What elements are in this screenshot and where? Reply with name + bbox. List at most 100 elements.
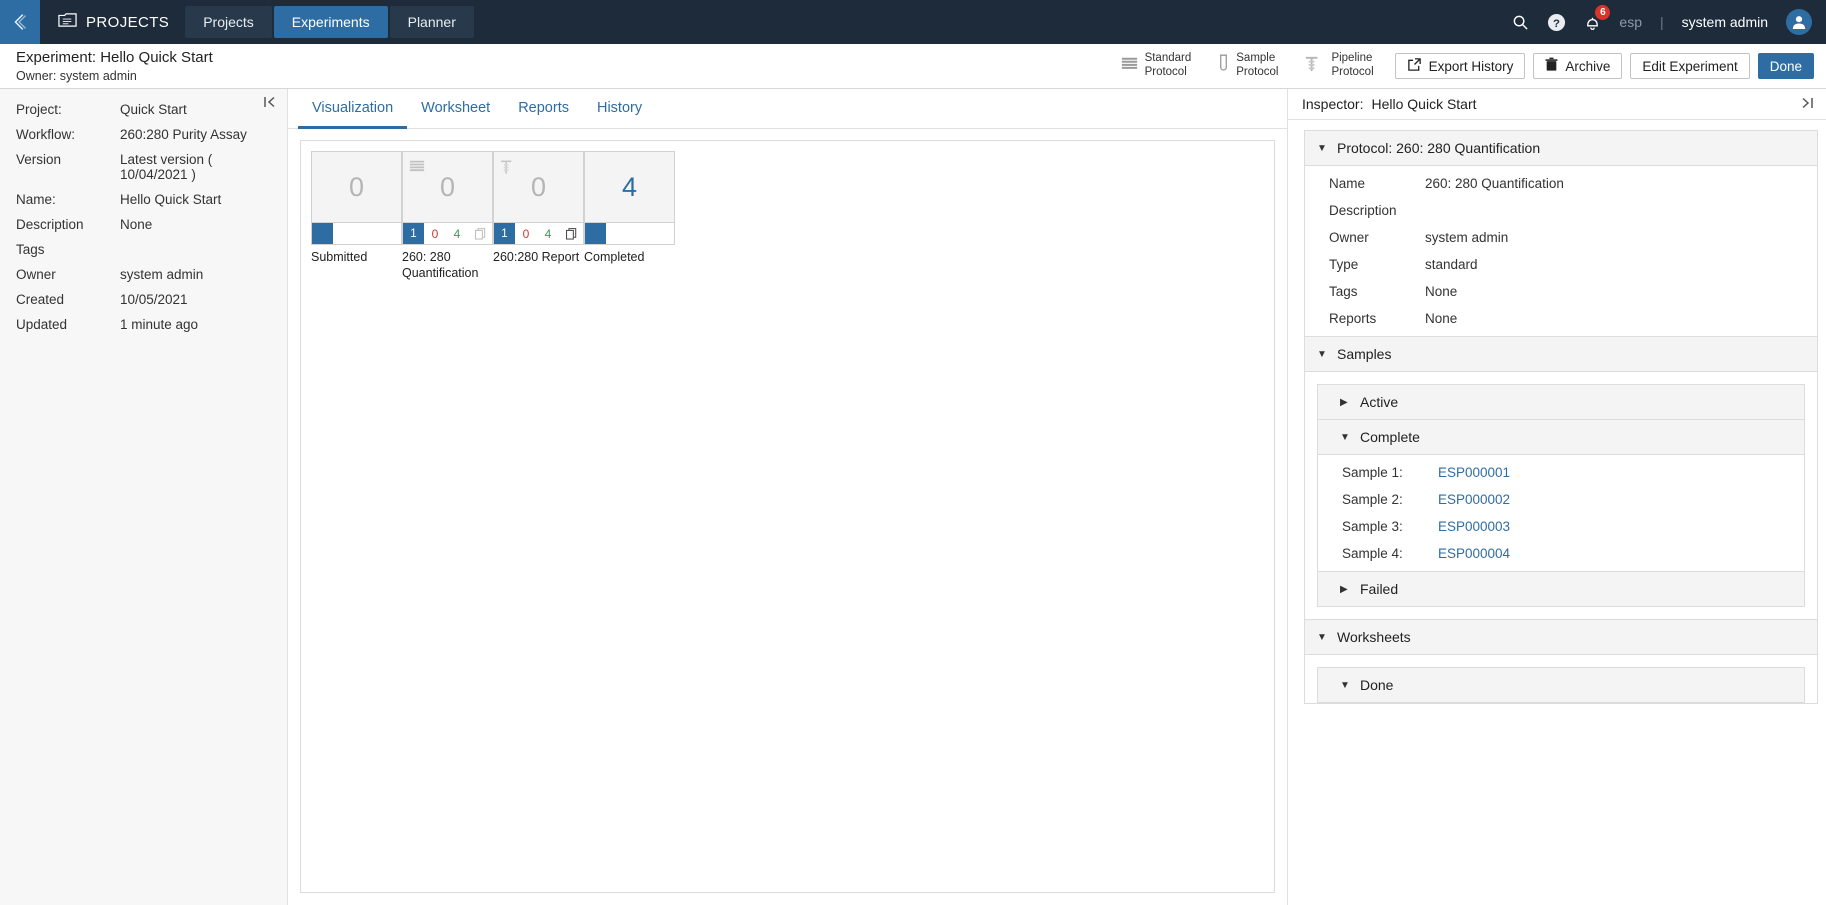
subheader-actions: Standard Protocol Sample Protocol Pipeli… <box>1107 52 1814 79</box>
row-value: None <box>1425 284 1458 299</box>
property-row-name: Name: Hello Quick Start <box>0 187 287 212</box>
workflow-complete-count[interactable]: 4 <box>537 227 559 241</box>
projects-folder-icon <box>58 12 77 32</box>
collapse-left-icon[interactable] <box>263 95 277 112</box>
workflow-diagram: 0 Submitted 0 1 0 4 260: 280 Quantificat… <box>311 151 1264 281</box>
copy-icon[interactable] <box>559 227 583 240</box>
workflow-node-box: 0 <box>311 151 402 223</box>
done-label: Done <box>1769 58 1802 74</box>
property-row-workflow: Workflow: 260:280 Purity Assay <box>0 122 287 147</box>
inspector-section-worksheets: ▼ Worksheets ▼ Done <box>1304 620 1818 704</box>
protocol-row-reports: Reports None <box>1305 305 1817 332</box>
property-row-project: Project: Quick Start <box>0 97 287 122</box>
workflow-node-label: Completed <box>584 250 645 264</box>
experiment-owner: Owner: system admin <box>16 68 137 83</box>
row-value: system admin <box>1425 230 1509 245</box>
collapse-right-icon[interactable] <box>1800 96 1814 113</box>
inspector-section-protocol: ▼ Protocol: 260: 280 Quantification Name… <box>1304 130 1818 337</box>
help-icon[interactable]: ? <box>1547 13 1566 32</box>
user-avatar-icon[interactable] <box>1786 9 1812 35</box>
inspector-header: Inspector: Hello Quick Start <box>1288 89 1826 120</box>
inspector-title: Hello Quick Start <box>1371 96 1477 112</box>
sample-link[interactable]: ESP000002 <box>1438 492 1510 507</box>
tab-reports[interactable]: Reports <box>504 89 583 129</box>
row-key: Reports <box>1329 311 1377 326</box>
sample-link[interactable]: ESP000003 <box>1438 519 1510 534</box>
row-key: Description <box>1329 203 1397 218</box>
copy-icon[interactable] <box>468 227 492 240</box>
workflow-node-completed[interactable]: 4 Completed <box>584 151 675 266</box>
inspector-body[interactable]: ▼ Protocol: 260: 280 Quantification Name… <box>1288 120 1826 905</box>
done-button[interactable]: Done <box>1757 53 1814 79</box>
samples-section-header[interactable]: ▼ Samples <box>1305 337 1817 372</box>
row-key: Type <box>1329 257 1359 272</box>
chevron-right-icon: ▶ <box>1340 396 1348 408</box>
protocol-rows: Name 260: 280 Quantification Description… <box>1305 166 1817 336</box>
samples-active-title: Active <box>1360 394 1399 410</box>
property-key: Description <box>16 217 84 232</box>
sample-row: Sample 3: ESP000003 <box>1318 513 1804 540</box>
samples-complete-title: Complete <box>1360 429 1420 445</box>
user-name-label[interactable]: system admin <box>1682 14 1768 30</box>
tab-visualization[interactable]: Visualization <box>298 89 408 129</box>
tab-history[interactable]: History <box>583 89 656 129</box>
protocol-section-title: Protocol: 260: 280 Quantification <box>1337 140 1541 156</box>
standard-protocol-line1: Standard <box>1144 52 1192 65</box>
samples-complete-header[interactable]: ▼ Complete <box>1318 420 1804 455</box>
bell-icon[interactable]: 6 <box>1584 5 1611 31</box>
sample-link[interactable]: ESP000004 <box>1438 546 1510 561</box>
sample-protocol-line2: Protocol <box>1236 66 1279 78</box>
workflow-complete-count[interactable]: 4 <box>446 227 468 241</box>
export-history-button[interactable]: Export History <box>1394 53 1526 79</box>
workflow-node-count: 0 <box>530 171 547 202</box>
workflow-queued-chip[interactable]: 1 <box>403 223 424 244</box>
svg-text:?: ? <box>1553 17 1560 29</box>
property-value: system admin <box>120 267 204 282</box>
row-key: Tags <box>1329 284 1358 299</box>
property-key: Updated <box>16 317 68 332</box>
pipeline-protocol-icon <box>500 159 517 181</box>
workflow-failed-count[interactable]: 0 <box>515 227 537 241</box>
workflow-node-quantification[interactable]: 0 1 0 4 260: 280 Quantification <box>402 151 493 281</box>
workflow-queued-chip[interactable] <box>585 223 606 244</box>
sample-protocol-button[interactable]: Sample Protocol <box>1204 52 1291 79</box>
nav-tab-projects[interactable]: Projects <box>185 6 272 38</box>
worksheets-done-header[interactable]: ▼ Done <box>1318 668 1804 702</box>
experiment-title-block: Experiment: Hello Quick Start Owner: sys… <box>16 48 213 84</box>
pipeline-protocol-icon <box>1304 54 1325 79</box>
experiment-properties-panel: Project: Quick Start Workflow: 260:280 P… <box>0 89 288 905</box>
notification-badge: 6 <box>1595 5 1611 20</box>
workflow-node-report[interactable]: 0 1 0 4 260:280 Report <box>493 151 584 266</box>
standard-protocol-button[interactable]: Standard Protocol <box>1107 52 1205 79</box>
sample-key: Sample 1: <box>1342 465 1403 480</box>
page-title: Experiment: Hello Quick Start <box>16 49 213 67</box>
nav-tab-planner[interactable]: Planner <box>389 6 474 38</box>
pipeline-protocol-button[interactable]: Pipeline Protocol <box>1291 52 1386 79</box>
archive-button[interactable]: Archive <box>1533 53 1623 79</box>
back-chevron-icon[interactable] <box>0 0 40 44</box>
protocol-section-header[interactable]: ▼ Protocol: 260: 280 Quantification <box>1305 131 1817 166</box>
chevron-down-icon: ▼ <box>1317 348 1327 360</box>
tab-worksheet[interactable]: Worksheet <box>407 89 504 129</box>
property-key: Name: <box>16 192 56 207</box>
sample-link[interactable]: ESP000001 <box>1438 465 1510 480</box>
inspector-label: Inspector: <box>1302 96 1364 112</box>
brand-label: PROJECTS <box>86 13 170 31</box>
workflow-queued-chip[interactable] <box>312 223 333 244</box>
workflow-failed-count[interactable]: 0 <box>424 227 446 241</box>
workflow-queued-chip[interactable]: 1 <box>494 223 515 244</box>
property-key: Version <box>16 152 62 167</box>
protocol-row-owner: Owner system admin <box>1305 224 1817 251</box>
samples-failed-header[interactable]: ▶ Failed <box>1318 571 1804 606</box>
locale-label[interactable]: esp <box>1619 14 1642 30</box>
property-key: Tags <box>16 242 45 257</box>
edit-experiment-button[interactable]: Edit Experiment <box>1630 53 1750 79</box>
nav-tab-experiments[interactable]: Experiments <box>273 6 388 38</box>
center-content: Visualization Worksheet Reports History … <box>288 89 1288 905</box>
worksheets-section-header[interactable]: ▼ Worksheets <box>1305 620 1817 655</box>
samples-active-header[interactable]: ▶ Active <box>1318 385 1804 420</box>
workflow-node-submitted[interactable]: 0 Submitted <box>311 151 402 266</box>
experiment-subheader: Experiment: Hello Quick Start Owner: sys… <box>0 44 1826 89</box>
workflow-node-count: 0 <box>348 171 365 202</box>
search-icon[interactable] <box>1512 14 1529 31</box>
